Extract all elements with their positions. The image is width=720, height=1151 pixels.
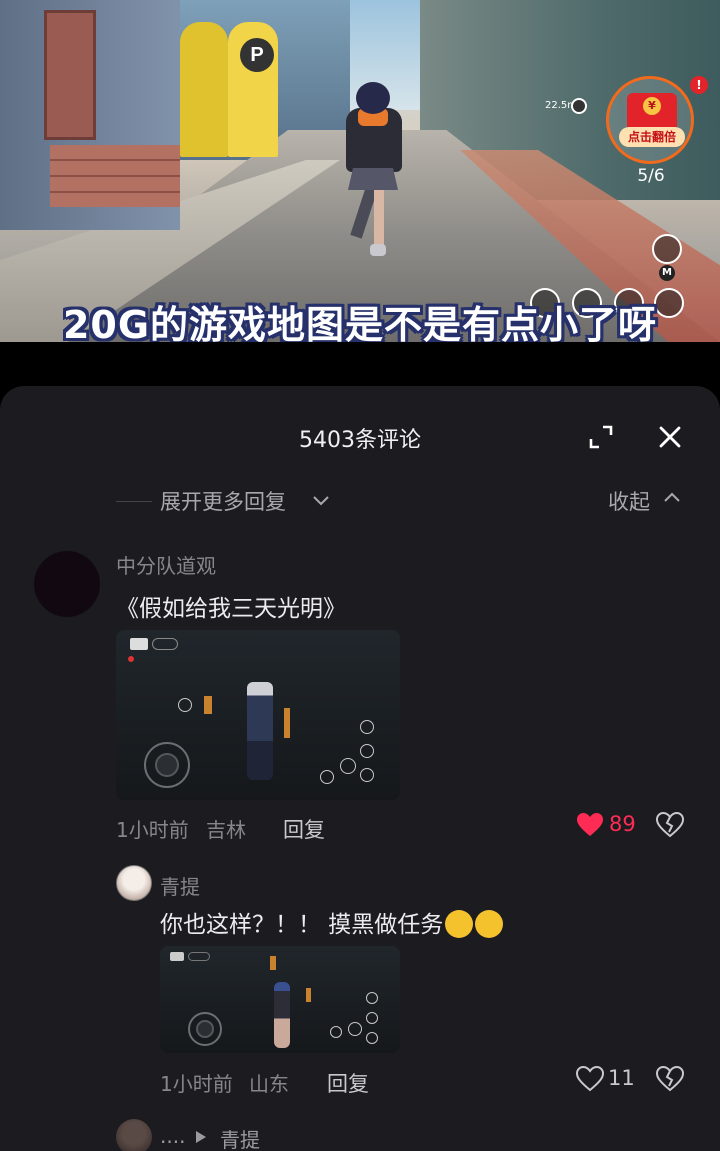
reply-target-username[interactable]: 青提 (220, 1124, 260, 1151)
reply-button[interactable]: 回复 (283, 814, 325, 844)
emoji-icon (445, 909, 474, 938)
radio-button-icon (652, 234, 682, 264)
divider-line (116, 501, 152, 502)
like-count: 89 (609, 812, 636, 836)
reply-button[interactable]: 回复 (327, 1068, 369, 1098)
heart-filled-icon[interactable] (576, 812, 604, 838)
close-icon[interactable] (657, 424, 683, 450)
comment-location: 山东 (249, 1072, 289, 1096)
red-packet-label: 点击翻倍 (619, 127, 685, 147)
chevron-up-icon[interactable] (663, 489, 681, 507)
comments-panel: 5403条评论 展开更多回复 收起 中分队道观 《假如给我三天光明》 1小时前 … (0, 386, 720, 1151)
avatar[interactable] (116, 865, 152, 901)
red-packet-alert-badge: ! (690, 76, 708, 94)
comment-image[interactable] (160, 946, 400, 1053)
vending-booth (180, 22, 228, 157)
chevron-down-icon[interactable] (312, 491, 330, 509)
comment-location: 吉林 (206, 818, 246, 842)
like-count: 11 (608, 1066, 635, 1090)
video-subtitle: 20G的游戏地图是不是有点小了呀 (62, 303, 658, 342)
comment-time: 1小时前 (116, 818, 189, 842)
dislike-heart-icon[interactable] (656, 812, 684, 838)
map-m-icon: M (659, 265, 675, 281)
heart-outline-icon[interactable] (576, 1066, 604, 1092)
expand-more-replies-button[interactable]: 展开更多回复 (160, 486, 286, 516)
red-packet-button[interactable]: ¥ 点击翻倍 (606, 76, 694, 164)
video-player[interactable]: P 22.5m ¥ 点击翻倍 ! 5/6 M 20G的游戏地图是不是有点小了呀 (0, 0, 720, 342)
avatar[interactable] (34, 551, 100, 617)
reply-prefix: .... (160, 1124, 186, 1148)
dislike-heart-icon[interactable] (656, 1066, 684, 1092)
collapse-replies-button[interactable]: 收起 (608, 486, 650, 516)
reply-toggle-row: 展开更多回复 收起 (0, 486, 720, 516)
game-character (340, 82, 414, 262)
comment-username[interactable]: 青提 (160, 871, 200, 900)
comment-username[interactable]: 中分队道观 (116, 550, 216, 579)
comment-text-line: 你也这样？！！ 摸黑做任务 (160, 905, 504, 940)
comment-text: 《假如给我三天光明》 (116, 596, 346, 622)
parking-sign: P (240, 38, 274, 72)
emoji-icon (475, 909, 504, 938)
coin-icon: ¥ (643, 97, 661, 115)
avatar[interactable] (116, 1119, 152, 1151)
left-building (0, 0, 180, 230)
target-marker-icon (571, 98, 587, 114)
building-steps (50, 145, 180, 207)
comment-time: 1小时前 (160, 1072, 233, 1096)
reply-arrow-icon (196, 1131, 206, 1143)
red-packet-progress: 5/6 (637, 166, 665, 186)
building-door (44, 10, 96, 140)
expand-icon[interactable] (588, 424, 614, 450)
comment-text: 你也这样？！！ 摸黑做任务 (160, 912, 444, 938)
comment-image[interactable] (116, 630, 400, 800)
